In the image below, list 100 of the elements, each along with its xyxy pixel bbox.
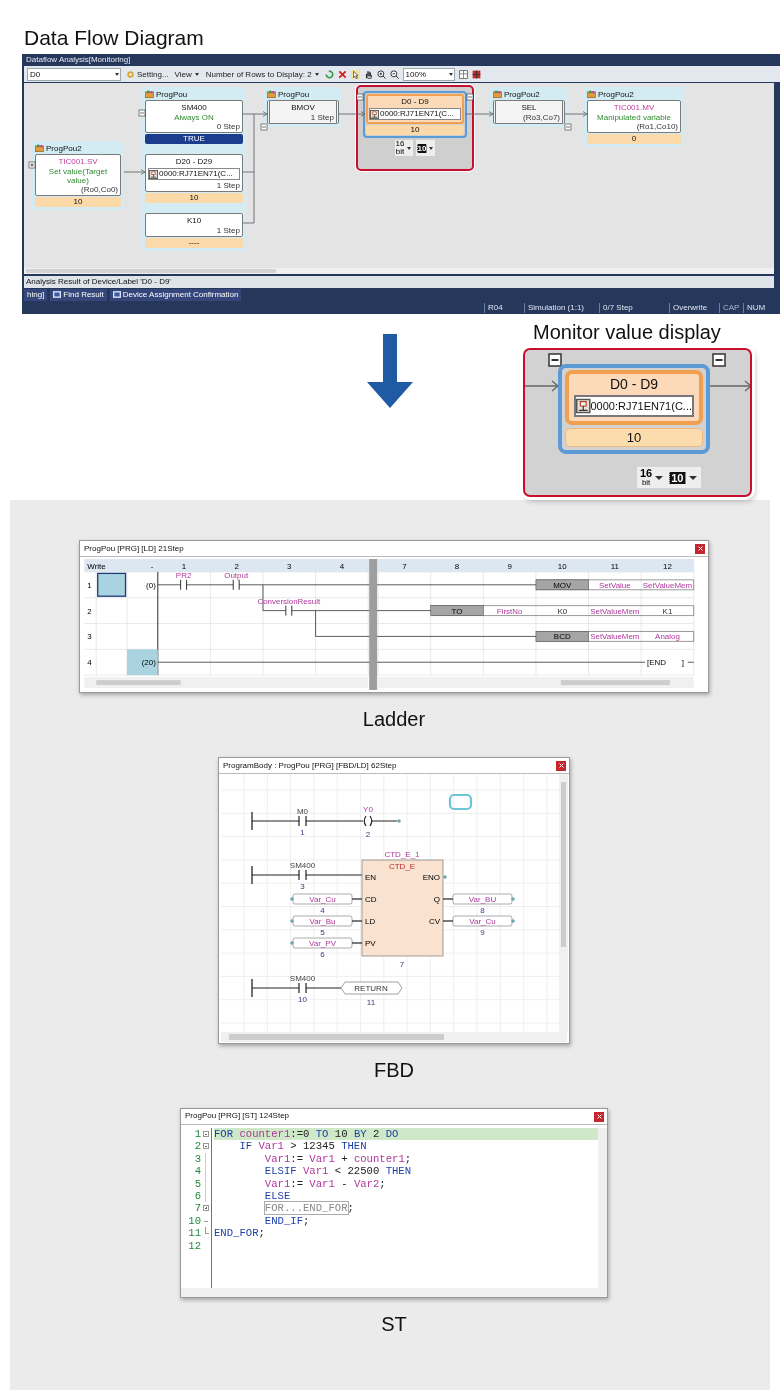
caret-icon [406, 146, 411, 150]
contact-symbol[interactable] [298, 815, 307, 827]
monitor-value: 0 [587, 134, 681, 144]
instruction-node[interactable]: SEL (Ro3,Co7) [493, 100, 565, 124]
device-node[interactable]: D0 - D9 0000:RJ71EN71(C... [565, 370, 703, 425]
rows-dropdown[interactable]: Number of Rows to Display: 2 [204, 67, 321, 81]
group-name: ProgPou2 [504, 89, 540, 100]
collapse-icon[interactable] [356, 93, 364, 101]
scrollbar[interactable] [598, 1128, 607, 1288]
panel-tab[interactable]: Device Assignment Confirmation [109, 288, 242, 301]
panel-tab[interactable]: Find Result [50, 288, 107, 301]
pointer-icon[interactable] [350, 69, 360, 79]
zoom-in-icon[interactable] [376, 69, 386, 79]
contact-symbol[interactable] [285, 605, 293, 617]
caret-icon [429, 146, 434, 150]
grid-icon[interactable] [471, 69, 481, 79]
expand-icon[interactable] [28, 161, 36, 169]
step-number: (0) [146, 580, 156, 590]
zoom-field[interactable]: 100% [402, 67, 455, 81]
line-number: 11 [187, 1227, 201, 1240]
element-number: 9 [480, 928, 485, 937]
refresh-icon[interactable] [324, 69, 334, 79]
device-node[interactable]: K10 1 Step [145, 213, 243, 237]
node-position: (Ro3,Co7) [522, 113, 560, 122]
collapse-icon[interactable] [712, 353, 726, 367]
close-button[interactable] [594, 1111, 604, 1122]
bit-size-dropdown[interactable]: 16 bit [394, 140, 413, 156]
close-button[interactable] [556, 760, 566, 771]
fold-icon[interactable] [203, 1205, 209, 1212]
device-label: SM400 [289, 861, 316, 870]
scrollbar[interactable] [181, 1288, 607, 1297]
connection-dot [511, 897, 515, 901]
device-node[interactable]: SM400 Always ON 0 Step [145, 100, 243, 133]
contact-symbol[interactable] [298, 982, 307, 994]
return-block[interactable]: RETURN [340, 981, 403, 995]
element-number: 2 [365, 830, 371, 839]
instruction-node[interactable]: BMOV 1 Step [267, 100, 339, 124]
cursor-cell[interactable] [97, 572, 127, 597]
zoom-out-icon[interactable] [389, 69, 399, 79]
connector-arrow [464, 111, 494, 117]
radix-dropdown[interactable]: 10 [415, 140, 436, 156]
variable-box[interactable]: Var_Cu [452, 915, 513, 927]
table-icon[interactable] [458, 69, 468, 79]
device-node[interactable]: D20 - D29 0000:RJ71EN71(C... 1 Step [145, 154, 243, 192]
search-field[interactable]: D0 [27, 67, 121, 81]
status-item: 0/7 Step [599, 302, 669, 313]
delete-icon[interactable] [337, 69, 347, 79]
connection-dot [397, 819, 401, 823]
code-line: Var1:= Var1 + counter1; [263, 1152, 412, 1166]
close-button[interactable] [695, 543, 705, 554]
coil-symbol[interactable] [363, 815, 373, 827]
node-title: TIC001.SV [57, 157, 99, 167]
status-item: R04 [484, 302, 524, 313]
instruction-block[interactable]: MOV [535, 579, 589, 591]
collapse-icon[interactable] [548, 353, 562, 367]
collapse-icon[interactable] [138, 109, 146, 117]
device-node[interactable]: D0 - D9 0000:RJ71EN71(C... [366, 94, 464, 124]
panel-tab[interactable]: hing] [24, 288, 48, 301]
column-number: 1 [181, 561, 187, 571]
scrollbar[interactable] [378, 677, 694, 689]
column-number: 4 [339, 561, 345, 571]
device-node[interactable]: TIC001.SV Set value(Target value) (Ro0,Co0) [35, 154, 121, 196]
device-label: PR2 [175, 571, 192, 581]
variable-box[interactable]: Var_Cu [292, 893, 353, 905]
scrollbar[interactable] [24, 268, 774, 274]
variable-box[interactable]: Var_PV [292, 937, 353, 949]
hand-icon[interactable] [363, 69, 373, 79]
module-field: 0000:RJ71EN71(C... [369, 108, 461, 120]
wire [351, 898, 363, 900]
variable-box[interactable]: Var_BU [452, 893, 513, 905]
program-icon [145, 90, 154, 99]
contact-symbol[interactable] [232, 579, 240, 591]
mode-label: Write [87, 561, 106, 571]
setting-button[interactable]: Setting... [125, 67, 170, 81]
variable-box[interactable]: Var_Bu [292, 915, 353, 927]
column-number: 2 [234, 561, 239, 571]
contact-symbol[interactable] [180, 579, 188, 591]
bit-size-dropdown[interactable]: 16 bit [639, 468, 666, 487]
window-title: ProgPou [PRG] [LD] 21Step [84, 544, 184, 553]
connector-arrow [525, 380, 559, 392]
node-position: (Ro0,Co0) [80, 185, 118, 194]
line-number: 3 [193, 1152, 201, 1166]
scrollbar[interactable] [84, 677, 369, 689]
device-node[interactable]: TIC001.MV Manipulated variable (Ro1,Co10) [587, 100, 681, 133]
collapse-icon[interactable] [466, 93, 474, 101]
view-menu[interactable]: View [173, 67, 201, 81]
element-number: 4 [320, 906, 325, 915]
program-icon [267, 90, 276, 99]
column-number: 10 [557, 561, 567, 571]
contact-symbol[interactable] [298, 869, 307, 881]
element-number: 3 [300, 882, 305, 891]
scrollbar[interactable] [559, 774, 568, 1032]
line-number: 4 [193, 1165, 201, 1178]
header-marker: - [150, 561, 154, 571]
instruction-block[interactable]: BCD [535, 631, 589, 642]
instruction-block[interactable]: TO [430, 605, 484, 616]
scrollbar[interactable] [221, 1032, 567, 1042]
end-bracket: ] [681, 658, 685, 668]
function-block[interactable] [361, 859, 444, 957]
node-title: SM400 [180, 103, 208, 113]
